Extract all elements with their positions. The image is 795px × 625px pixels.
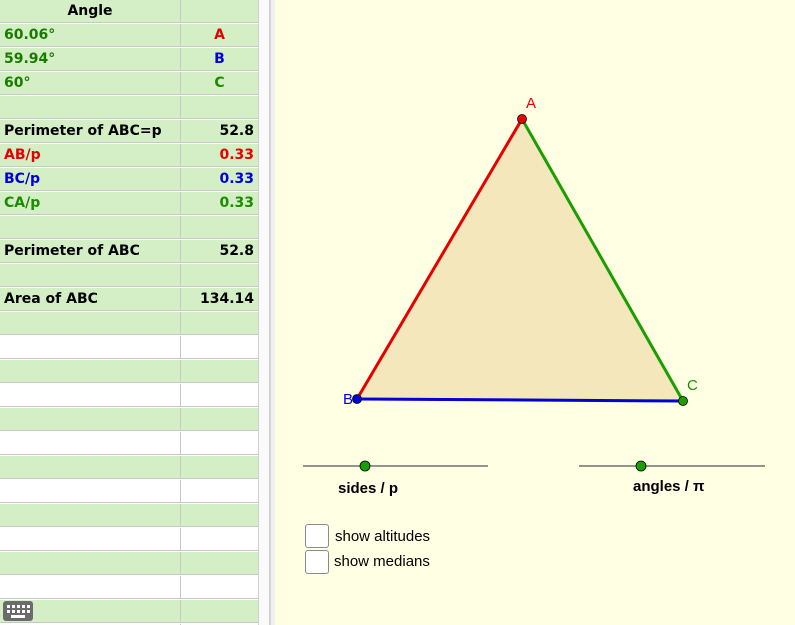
spreadsheet-row: 60.06° A bbox=[0, 24, 258, 47]
cell-col-a[interactable]: 60° bbox=[0, 72, 181, 95]
spreadsheet-empty-row bbox=[0, 528, 258, 551]
cell-col-b[interactable] bbox=[181, 600, 258, 623]
cell-col-b[interactable] bbox=[181, 312, 258, 335]
cell-col-b[interactable] bbox=[181, 96, 258, 119]
spreadsheet-scrollbar[interactable] bbox=[258, 0, 270, 625]
cell-col-b[interactable]: A bbox=[181, 24, 258, 47]
cell-col-b[interactable]: 0.33 bbox=[181, 168, 258, 191]
slider-angles-label: angles / π bbox=[633, 478, 705, 495]
spreadsheet-empty-row bbox=[0, 576, 258, 599]
spreadsheet-row: BC/p 0.33 bbox=[0, 168, 258, 191]
cell-col-a[interactable] bbox=[0, 408, 181, 431]
cell-col-a[interactable] bbox=[0, 264, 181, 287]
cell-col-b[interactable] bbox=[181, 504, 258, 527]
slider-sides-label: sides / p bbox=[338, 480, 399, 497]
cell-col-a[interactable] bbox=[0, 432, 181, 455]
spreadsheet-empty-row bbox=[0, 312, 258, 335]
spreadsheet-row bbox=[0, 96, 258, 119]
spreadsheet-row: Angle bbox=[0, 0, 258, 23]
cell-col-a[interactable]: AB/p bbox=[0, 144, 181, 167]
cell-col-a[interactable] bbox=[0, 312, 181, 335]
point-b[interactable] bbox=[352, 394, 362, 404]
spreadsheet-row: 60° C bbox=[0, 72, 258, 95]
point-a[interactable] bbox=[517, 114, 527, 124]
cell-col-b[interactable]: 134.14 bbox=[181, 288, 258, 311]
cell-col-a[interactable]: Area of ABC bbox=[0, 288, 181, 311]
slider-angles-handle[interactable] bbox=[635, 460, 647, 472]
side-bc[interactable] bbox=[356, 397, 684, 403]
cell-col-b[interactable] bbox=[181, 528, 258, 551]
cell-col-a[interactable] bbox=[0, 360, 181, 383]
spreadsheet-row: Perimeter of ABC 52.8 bbox=[0, 240, 258, 263]
spreadsheet-row: Area of ABC 134.14 bbox=[0, 288, 258, 311]
point-a-label: A bbox=[526, 95, 536, 112]
cell-col-a[interactable]: 59.94° bbox=[0, 48, 181, 71]
cell-col-b[interactable] bbox=[181, 336, 258, 359]
cell-col-a[interactable] bbox=[0, 576, 181, 599]
show-altitudes-label[interactable]: show altitudes bbox=[335, 528, 430, 545]
cell-col-a[interactable] bbox=[0, 480, 181, 503]
cell-col-b[interactable] bbox=[181, 456, 258, 479]
cell-col-a[interactable]: Perimeter of ABC bbox=[0, 240, 181, 263]
cell-col-a[interactable]: 60.06° bbox=[0, 24, 181, 47]
spreadsheet-view: Angle 60.06° A 59.94° B 60° C Perimeter of ABC=… bbox=[0, 0, 270, 625]
spreadsheet-row bbox=[0, 264, 258, 287]
cell-col-b[interactable] bbox=[181, 408, 258, 431]
spreadsheet-empty-row bbox=[0, 384, 258, 407]
cell-col-b[interactable] bbox=[181, 264, 258, 287]
keyboard-icon[interactable] bbox=[3, 601, 33, 621]
cell-col-a[interactable] bbox=[0, 504, 181, 527]
cell-col-b[interactable]: 0.33 bbox=[181, 192, 258, 215]
cell-col-a[interactable] bbox=[0, 216, 181, 239]
cell-col-b[interactable] bbox=[181, 552, 258, 575]
spreadsheet-empty-row bbox=[0, 408, 258, 431]
cell-col-a[interactable] bbox=[0, 336, 181, 359]
cell-col-b[interactable]: 0.33 bbox=[181, 144, 258, 167]
spreadsheet-empty-row bbox=[0, 456, 258, 479]
spreadsheet-empty-row bbox=[0, 600, 258, 623]
spreadsheet-row: AB/p 0.33 bbox=[0, 144, 258, 167]
spreadsheet-empty-row bbox=[0, 480, 258, 503]
cell-col-b[interactable] bbox=[181, 576, 258, 599]
graphics-view[interactable]: A B C sides / p angles / π show altitude… bbox=[275, 0, 795, 625]
cell-col-b[interactable] bbox=[181, 360, 258, 383]
triangle-abc[interactable] bbox=[357, 119, 683, 401]
show-altitudes-checkbox[interactable] bbox=[305, 524, 329, 548]
spreadsheet-row: Perimeter of ABC=p 52.8 bbox=[0, 120, 258, 143]
show-medians-checkbox[interactable] bbox=[305, 550, 329, 574]
cell-col-b[interactable]: 52.8 bbox=[181, 120, 258, 143]
cell-col-a[interactable]: Perimeter of ABC=p bbox=[0, 120, 181, 143]
cell-col-b[interactable] bbox=[181, 480, 258, 503]
cell-col-a[interactable] bbox=[0, 384, 181, 407]
cell-col-a[interactable] bbox=[0, 456, 181, 479]
slider-sides-handle[interactable] bbox=[359, 460, 371, 472]
spreadsheet-empty-row bbox=[0, 336, 258, 359]
show-medians-label[interactable]: show medians bbox=[334, 553, 430, 570]
cell-col-a[interactable]: BC/p bbox=[0, 168, 181, 191]
spreadsheet-empty-row bbox=[0, 552, 258, 575]
spreadsheet-row: CA/p 0.33 bbox=[0, 192, 258, 215]
spreadsheet-row bbox=[0, 216, 258, 239]
cell-col-a[interactable]: Angle bbox=[0, 0, 181, 23]
spreadsheet-empty-row bbox=[0, 504, 258, 527]
cell-col-b[interactable] bbox=[181, 432, 258, 455]
cell-col-b[interactable]: B bbox=[181, 48, 258, 71]
cell-col-a[interactable] bbox=[0, 552, 181, 575]
spreadsheet-row: 59.94° B bbox=[0, 48, 258, 71]
point-b-label: B bbox=[343, 391, 353, 408]
cell-col-a[interactable] bbox=[0, 96, 181, 119]
spreadsheet-empty-row bbox=[0, 360, 258, 383]
cell-col-b[interactable] bbox=[181, 0, 258, 23]
point-c-label: C bbox=[687, 377, 698, 394]
cell-col-a[interactable]: CA/p bbox=[0, 192, 181, 215]
spreadsheet-empty-row bbox=[0, 432, 258, 455]
cell-col-b[interactable] bbox=[181, 216, 258, 239]
cell-col-b[interactable] bbox=[181, 384, 258, 407]
point-c[interactable] bbox=[678, 396, 688, 406]
cell-col-a[interactable] bbox=[0, 528, 181, 551]
cell-col-b[interactable]: 52.8 bbox=[181, 240, 258, 263]
cell-col-b[interactable]: C bbox=[181, 72, 258, 95]
